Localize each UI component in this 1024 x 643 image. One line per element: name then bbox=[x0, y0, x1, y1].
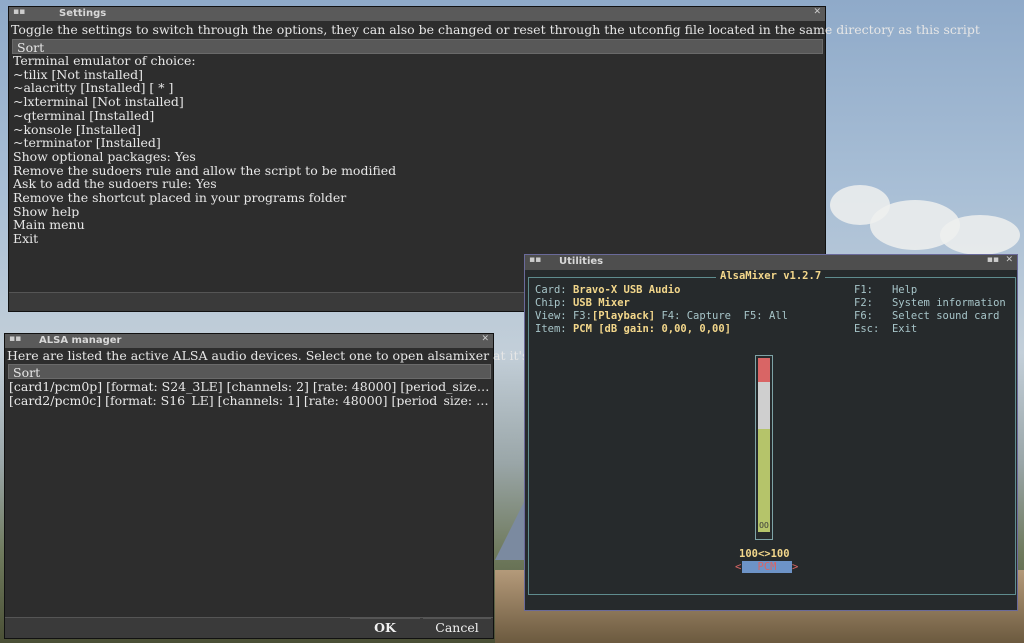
settings-header: Toggle the settings to switch through th… bbox=[11, 22, 980, 37]
key-desc: Help bbox=[891, 284, 918, 296]
alsa-title: ALSA manager bbox=[39, 335, 122, 346]
volume-white-segment bbox=[758, 382, 770, 430]
cancel-button[interactable]: Cancel bbox=[423, 618, 491, 637]
list-item[interactable]: Remove the sudoers rule and allow the sc… bbox=[13, 164, 821, 178]
utilities-window: ▪▪ Utilities ▪▪ ✕ AlsaMixer v1.2.7 Card:… bbox=[524, 254, 1018, 611]
volume-green-segment bbox=[758, 429, 770, 520]
sysinfo-key[interactable]: F2: System information bbox=[854, 297, 1006, 309]
alsa-device-list: [card1/pcm0p] [format: S24_3LE] [channel… bbox=[9, 380, 491, 407]
item-value: PCM [dB gain: 0,00, 0,00] bbox=[572, 323, 731, 335]
alsa-titlebar[interactable]: ▪▪ ALSA manager ✕ bbox=[5, 334, 493, 348]
list-item[interactable]: ~alacritty [Installed] [ * ] bbox=[13, 81, 821, 95]
list-item[interactable]: Remove the shortcut placed in your progr… bbox=[13, 191, 821, 205]
view-f3[interactable]: F3: bbox=[573, 310, 592, 322]
sort-column-header[interactable]: Sort bbox=[12, 39, 823, 55]
sort-column-header[interactable]: Sort bbox=[8, 364, 491, 380]
alsamixer-frame: AlsaMixer v1.2.7 Card: Bravo-X USB Audio… bbox=[528, 270, 1016, 595]
list-item[interactable]: Ask to add the sudoers rule: Yes bbox=[13, 177, 821, 191]
key-label: Esc: bbox=[854, 323, 880, 335]
select-card-key[interactable]: F6: Select sound card bbox=[854, 310, 999, 322]
view-label: View: bbox=[535, 310, 567, 322]
utilities-titlebar[interactable]: ▪▪ Utilities ▪▪ ✕ bbox=[525, 255, 1017, 270]
key-label: F1: bbox=[854, 284, 873, 296]
key-label: F2: bbox=[854, 297, 873, 309]
list-item[interactable]: Exit bbox=[13, 232, 821, 246]
control-left-arrow: < bbox=[735, 561, 742, 573]
chip-line: Chip: USB Mixer bbox=[535, 297, 630, 309]
chip-label: Chip: bbox=[535, 297, 567, 309]
window-menu-icon[interactable]: ▪▪ bbox=[13, 7, 25, 17]
close-icon[interactable]: ✕ bbox=[481, 334, 489, 344]
close-icon[interactable]: ✕ bbox=[1005, 255, 1013, 265]
item-label: Item: bbox=[535, 323, 567, 335]
card-label: Card: bbox=[535, 284, 567, 296]
key-desc: System information bbox=[891, 297, 1006, 309]
control-name[interactable]: PCM bbox=[742, 561, 792, 573]
settings-titlebar[interactable]: ▪▪ Settings ✕ bbox=[9, 7, 825, 21]
view-playback[interactable]: [Playback] bbox=[592, 310, 655, 322]
volume-red-segment bbox=[758, 358, 770, 383]
table-row[interactable]: [card2/pcm0c] [format: S16_LE] [channels… bbox=[9, 394, 491, 408]
list-item[interactable]: ~tilix [Not installed] bbox=[13, 68, 821, 82]
maximize-icon[interactable]: ▪▪ bbox=[987, 255, 999, 265]
view-all[interactable]: F5: All bbox=[744, 310, 788, 322]
alsa-header: Here are listed the active ALSA audio de… bbox=[7, 348, 582, 363]
card-value: Bravo-X USB Audio bbox=[572, 284, 681, 296]
settings-title: Settings bbox=[59, 8, 107, 19]
view-capture[interactable]: F4: Capture bbox=[661, 310, 731, 322]
key-desc: Exit bbox=[891, 323, 918, 335]
list-item[interactable]: Main menu bbox=[13, 218, 821, 232]
card-line: Card: Bravo-X USB Audio bbox=[535, 284, 680, 296]
cloud bbox=[940, 215, 1020, 255]
list-item[interactable]: Show optional packages: Yes bbox=[13, 150, 821, 164]
item-line: Item: PCM [dB gain: 0,00, 0,00] bbox=[535, 323, 731, 335]
close-icon[interactable]: ✕ bbox=[813, 7, 821, 17]
control-right-arrow: > bbox=[792, 561, 799, 573]
alsamixer-title: AlsaMixer v1.2.7 bbox=[716, 270, 826, 282]
key-label: F6: bbox=[854, 310, 873, 322]
list-item[interactable]: Terminal emulator of choice: bbox=[13, 54, 821, 68]
list-item[interactable]: ~qterminal [Installed] bbox=[13, 109, 821, 123]
key-desc: Select sound card bbox=[891, 310, 1000, 322]
settings-list: Terminal emulator of choice: ~tilix [Not… bbox=[13, 54, 821, 246]
utilities-title: Utilities bbox=[559, 256, 604, 267]
chip-value: USB Mixer bbox=[572, 297, 630, 309]
mute-indicator[interactable]: OO bbox=[758, 520, 770, 532]
table-row[interactable]: [card1/pcm0p] [format: S24_3LE] [channel… bbox=[9, 380, 491, 394]
list-item[interactable]: Show help bbox=[13, 205, 821, 219]
list-item[interactable]: ~terminator [Installed] bbox=[13, 136, 821, 150]
volume-slider[interactable] bbox=[755, 355, 773, 540]
alsa-manager-window: ▪▪ ALSA manager ✕ Here are listed the ac… bbox=[4, 333, 582, 639]
help-key[interactable]: F1: Help bbox=[854, 284, 917, 296]
window-menu-icon[interactable]: ▪▪ bbox=[9, 334, 21, 344]
window-menu-icon[interactable]: ▪▪ bbox=[529, 255, 541, 265]
list-item[interactable]: ~konsole [Installed] bbox=[13, 123, 821, 137]
volume-level-text: 100<>100 bbox=[739, 548, 790, 560]
ok-button[interactable]: OK bbox=[350, 618, 420, 637]
list-item[interactable]: ~lxterminal [Not installed] bbox=[13, 95, 821, 109]
volume-level-fill bbox=[758, 358, 770, 520]
exit-key[interactable]: Esc: Exit bbox=[854, 323, 917, 335]
view-line: View: F3:[Playback] F4: Capture F5: All bbox=[535, 310, 788, 322]
